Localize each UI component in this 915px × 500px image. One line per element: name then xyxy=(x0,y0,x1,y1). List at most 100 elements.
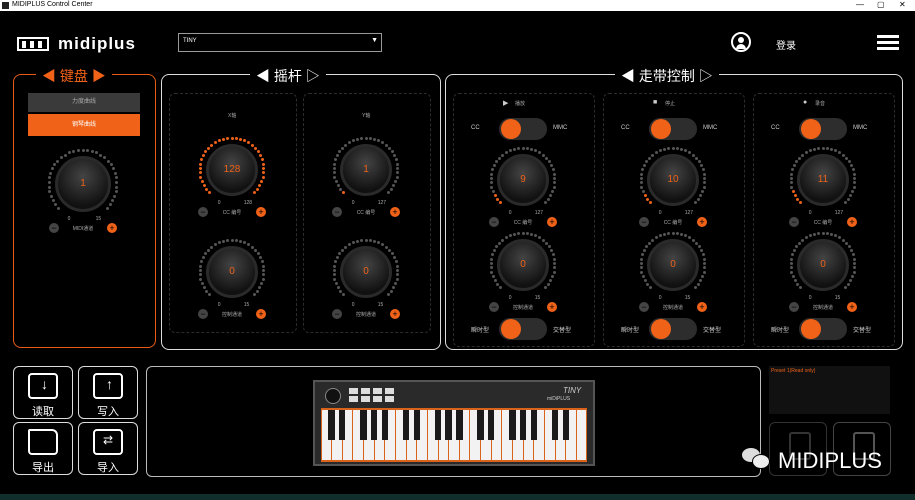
joystick-x-cc-dot xyxy=(207,191,211,195)
login-link[interactable]: 登录 xyxy=(776,37,796,52)
joystick-x-cc-dot xyxy=(210,143,214,147)
transport-title-text: 走带控制 xyxy=(638,68,695,84)
play-channel-decrement-button[interactable]: − xyxy=(489,302,499,312)
record-channel-increment-button[interactable]: + xyxy=(847,302,857,312)
stop-channel-dot xyxy=(662,232,666,236)
play-channel-dot xyxy=(504,236,508,240)
joystick-y-channel-dot xyxy=(395,277,399,281)
joystick-x-label: X轴 xyxy=(228,113,237,119)
stop-mode-right-label: 交替型 xyxy=(703,328,722,334)
record-mode-toggle-thumb xyxy=(801,319,821,339)
joystick-panel-title: ◀ 摇杆 ▷ xyxy=(250,66,326,86)
joystick-y-channel-dot xyxy=(355,239,359,243)
record-cc-decrement-button[interactable]: − xyxy=(789,217,799,227)
preset-panel: Preset 1(Read only) xyxy=(769,366,890,414)
joystick-y-label: Y轴 xyxy=(362,113,371,119)
stop-cc-decrement-button[interactable]: − xyxy=(639,217,649,227)
play-cc-dot xyxy=(490,172,494,176)
stop-icon[interactable]: ■ xyxy=(653,99,657,106)
joystick-x-cc-decrement-button[interactable]: − xyxy=(198,207,208,217)
minimize-button[interactable]: — xyxy=(856,0,864,9)
record-channel-max: 15 xyxy=(834,295,841,301)
stop-channel-dot xyxy=(651,238,655,242)
midi-channel-increment-button[interactable]: + xyxy=(107,223,117,233)
joystick-x-cc-dot xyxy=(261,175,265,179)
joystick-x-channel-dot xyxy=(200,282,204,286)
black-key xyxy=(477,410,484,440)
device-select[interactable]: TINY ▼ xyxy=(178,33,382,52)
write-button[interactable]: ↑ 写入 xyxy=(78,366,138,419)
joystick-y-channel-dot xyxy=(333,264,337,268)
midi-channel-dot xyxy=(109,163,113,167)
record-icon[interactable]: ● xyxy=(803,99,807,106)
joystick-y-cc-increment-button[interactable]: + xyxy=(390,207,400,217)
joystick-y-channel-increment-button[interactable]: + xyxy=(390,309,400,319)
joystick-y-cc-decrement-button[interactable]: − xyxy=(332,207,342,217)
play-cc-dot xyxy=(525,146,529,150)
joystick-x-channel-dot xyxy=(199,264,203,268)
black-key xyxy=(445,410,452,440)
record-channel-dot xyxy=(798,286,802,290)
play-cc-dot xyxy=(504,151,508,155)
joystick-y-channel-label: 控制通道 xyxy=(355,312,376,318)
record-cc-dot xyxy=(798,201,802,205)
play-cc-dot xyxy=(508,149,512,153)
black-key xyxy=(488,410,495,440)
joystick-x-channel-decrement-button[interactable]: − xyxy=(198,309,208,319)
joystick-y-cc-label: CC 编号 xyxy=(356,210,376,216)
maximize-button[interactable]: ▢ xyxy=(877,0,885,9)
joystick-y-cc-dot xyxy=(344,143,348,147)
joystick-y-channel-dot xyxy=(351,241,355,245)
joystick-x-cc-increment-button[interactable]: + xyxy=(256,207,266,217)
play-cc-mmc-right-label: MMC xyxy=(553,125,568,131)
play-cc-decrement-button[interactable]: − xyxy=(489,217,499,227)
midi-channel-decrement-button[interactable]: − xyxy=(49,223,59,233)
record-channel-decrement-button[interactable]: − xyxy=(789,302,799,312)
close-button[interactable]: ✕ xyxy=(899,0,906,9)
piano-curve-button[interactable]: 钢琴曲线 xyxy=(28,114,140,136)
stop-cc-max: 127 xyxy=(684,210,694,216)
device-brand: miDiPLUS xyxy=(547,396,571,402)
midi-channel-dot xyxy=(49,171,53,175)
record-channel-dot xyxy=(812,232,816,236)
play-cc-label: CC 编号 xyxy=(513,220,533,226)
joystick-x-channel-increment-button[interactable]: + xyxy=(256,309,266,319)
record-cc-increment-button[interactable]: + xyxy=(847,217,857,227)
joystick-y-channel-dot xyxy=(341,293,345,297)
read-button[interactable]: ↓ 读取 xyxy=(13,366,73,419)
user-icon[interactable] xyxy=(731,32,751,52)
menu-icon[interactable] xyxy=(877,35,899,50)
play-channel-increment-button[interactable]: + xyxy=(547,302,557,312)
export-button[interactable]: 导出 xyxy=(13,422,73,475)
joystick-y-channel-decrement-button[interactable]: − xyxy=(332,309,342,319)
joystick-x-channel-dot xyxy=(202,286,206,290)
record-channel-dot xyxy=(797,241,801,245)
logo-text: midiplus xyxy=(58,34,136,53)
record-cc-value: 11 xyxy=(817,174,829,185)
stop-cc-dot xyxy=(651,153,655,157)
stop-channel-decrement-button[interactable]: − xyxy=(639,302,649,312)
joystick-x-cc-min: 0 xyxy=(217,200,221,206)
stop-cc-increment-button[interactable]: + xyxy=(697,217,707,227)
stop-channel-increment-button[interactable]: + xyxy=(697,302,707,312)
joystick-y-channel-min: 0 xyxy=(351,302,355,308)
import-button[interactable]: ⇄ 导入 xyxy=(78,422,138,475)
joystick-y-cc-dot xyxy=(340,146,344,150)
play-cc-dot xyxy=(521,146,525,150)
midi-channel-dot xyxy=(76,148,80,152)
record-cc-min: 0 xyxy=(808,210,812,216)
stop-cc-dot xyxy=(667,146,671,150)
joystick-y-channel-dot xyxy=(340,248,344,252)
midi-channel-dot xyxy=(106,159,110,163)
stop-cc-dot xyxy=(662,147,666,151)
record-cc-dot xyxy=(790,172,794,176)
play-cc-increment-button[interactable]: + xyxy=(547,217,557,227)
record-cc-dot xyxy=(793,194,797,198)
stop-cc-dot xyxy=(643,194,647,198)
velocity-curve-button[interactable]: 力度曲线 xyxy=(28,93,140,112)
joystick-x-channel-dot xyxy=(213,243,217,247)
joystick-x-cc-dot xyxy=(206,146,210,150)
play-channel-dot xyxy=(552,270,556,274)
play-icon[interactable]: ▶ xyxy=(503,99,508,107)
black-key xyxy=(551,410,559,440)
